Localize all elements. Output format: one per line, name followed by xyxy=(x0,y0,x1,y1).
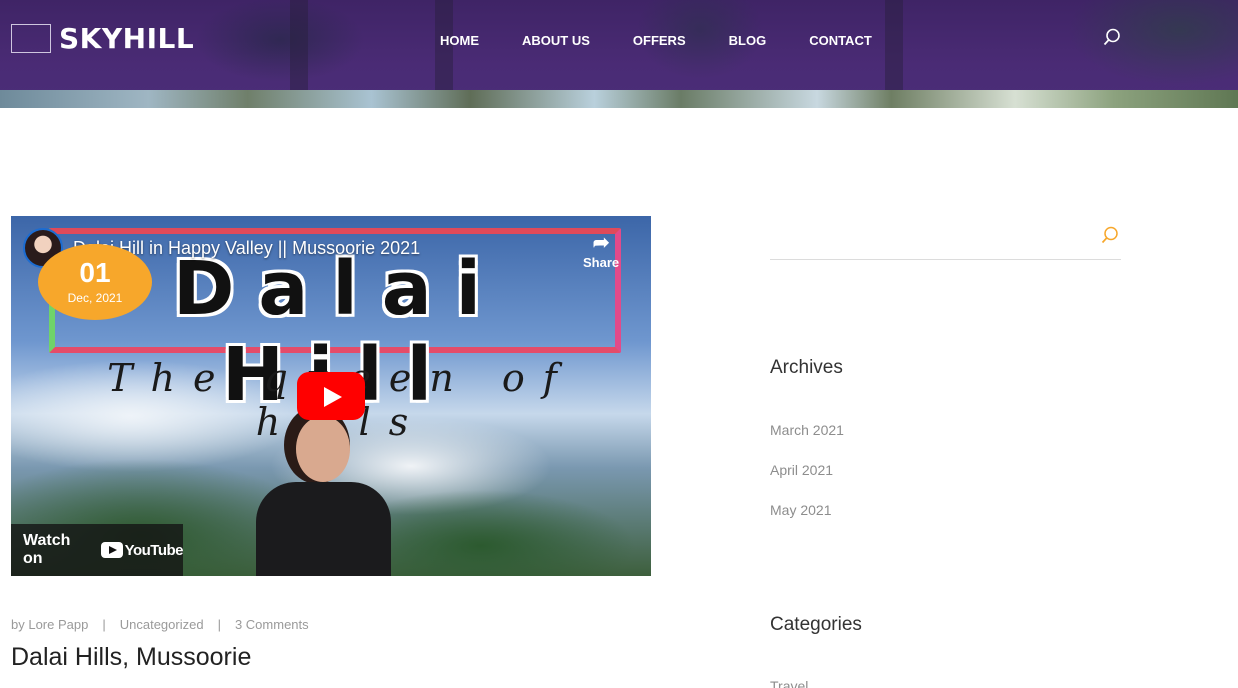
archives-list: March 2021 April 2021 May 2021 xyxy=(770,422,844,542)
youtube-icon xyxy=(100,542,123,558)
archive-link-may-2021[interactable]: May 2021 xyxy=(770,502,844,542)
meta-separator: | xyxy=(217,617,221,632)
archive-link-march-2021[interactable]: March 2021 xyxy=(770,422,844,462)
categories-heading: Categories xyxy=(770,614,862,635)
search-icon[interactable] xyxy=(1101,226,1119,244)
logo-image[interactable] xyxy=(11,24,51,53)
nav-contact[interactable]: CONTACT xyxy=(809,33,872,48)
hero-image-strip xyxy=(0,90,1238,108)
watch-on-youtube-button[interactable]: Watch on YouTube xyxy=(11,524,184,576)
share-button[interactable]: ➦ Share xyxy=(583,230,619,270)
share-label: Share xyxy=(583,255,620,270)
nav-blog[interactable]: BLOG xyxy=(729,33,767,48)
archive-link-april-2021[interactable]: April 2021 xyxy=(770,462,844,502)
post-comments[interactable]: 3 Comments xyxy=(235,617,309,632)
main-nav: HOME ABOUT US OFFERS BLOG CONTACT xyxy=(440,33,915,48)
nav-home[interactable]: HOME xyxy=(440,33,479,48)
meta-separator: | xyxy=(102,617,106,632)
person-head xyxy=(296,416,350,482)
nav-offers[interactable]: OFFERS xyxy=(633,33,686,48)
video-person xyxy=(256,416,391,576)
date-badge: 01 Dec, 2021 xyxy=(38,244,152,320)
watch-on-label: Watch on xyxy=(23,532,71,567)
youtube-wordmark: YouTube xyxy=(124,541,184,559)
post-title[interactable]: Dalai Hills, Mussoorie xyxy=(11,643,251,672)
site-header: SKYHILL HOME ABOUT US OFFERS BLOG CONTAC… xyxy=(0,0,1238,108)
date-month: Dec, 2021 xyxy=(67,291,123,305)
sidebar-search-input[interactable] xyxy=(770,222,1121,260)
post-meta: by Lore Papp | Uncategorized | 3 Comment… xyxy=(11,617,309,632)
search-icon[interactable] xyxy=(1103,28,1121,46)
youtube-logo: YouTube xyxy=(100,541,184,559)
share-icon: ➦ xyxy=(592,232,610,254)
date-day: 01 xyxy=(79,257,111,288)
post-category[interactable]: Uncategorized xyxy=(120,617,204,632)
person-body xyxy=(256,482,391,576)
nav-about-us[interactable]: ABOUT US xyxy=(522,33,590,48)
post-author[interactable]: by Lore Papp xyxy=(11,617,88,632)
archives-heading: Archives xyxy=(770,357,843,378)
play-button[interactable] xyxy=(297,372,365,420)
brand-name[interactable]: SKYHILL xyxy=(59,22,194,55)
